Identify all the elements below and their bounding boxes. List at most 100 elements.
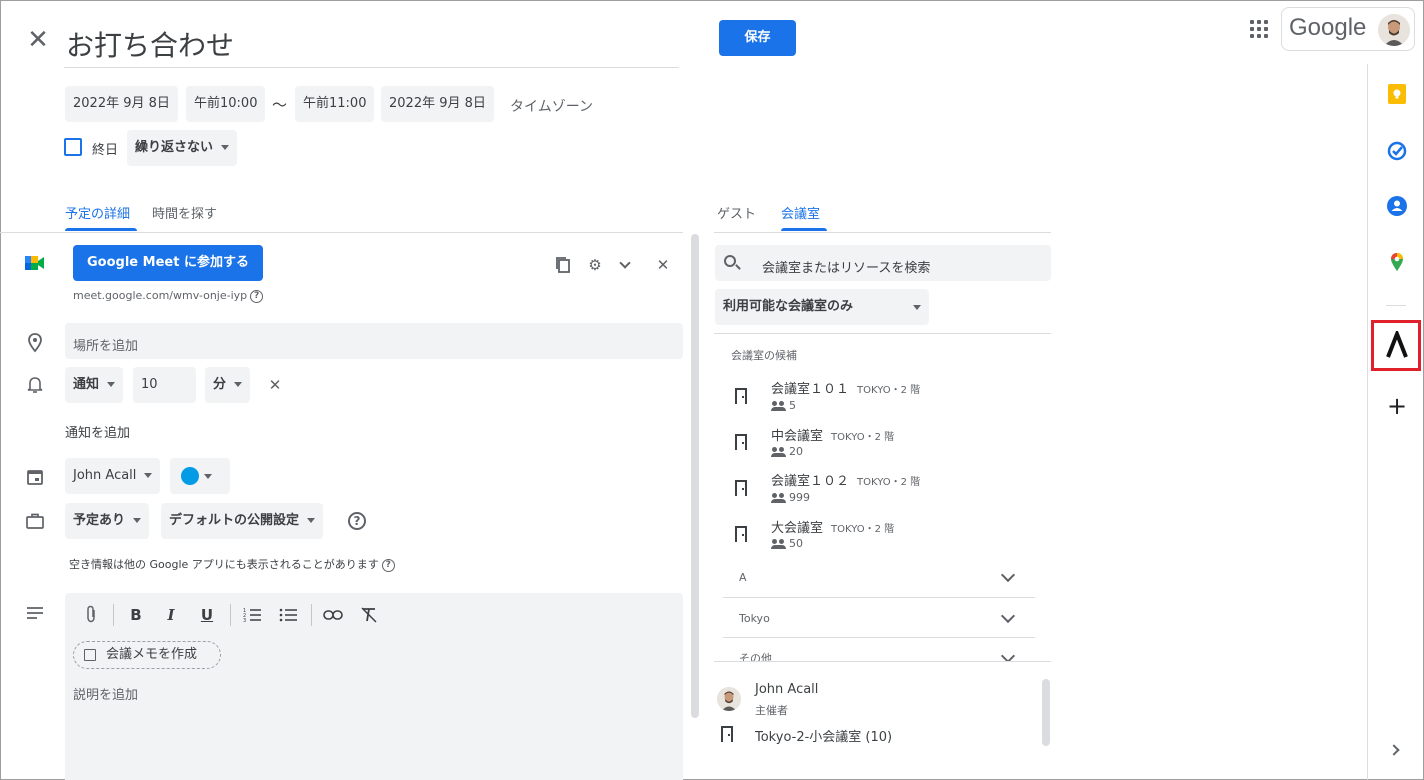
tasks-icon[interactable]: [1386, 140, 1408, 162]
left-scrollbar[interactable]: [691, 234, 699, 718]
bulleted-list-icon[interactable]: [279, 607, 299, 623]
privacy-help-icon[interactable]: ?: [345, 512, 366, 530]
bell-icon: [26, 375, 44, 395]
room-filter-dropdown[interactable]: 利用可能な会議室のみ: [715, 289, 929, 325]
rooms-divider: [714, 661, 1051, 662]
color-swatch: [181, 467, 199, 485]
calendar-owner-dropdown[interactable]: John Acall: [65, 458, 161, 494]
all-day-checkbox[interactable]: [64, 138, 82, 156]
copy-icon[interactable]: [553, 255, 573, 275]
bold-icon[interactable]: B: [126, 605, 146, 625]
attendee-avatar: [717, 687, 741, 711]
location-pin-icon: [27, 333, 43, 353]
room-group-a[interactable]: A: [723, 560, 1035, 598]
remove-notification-icon[interactable]: ✕: [265, 375, 285, 395]
meet-link-row[interactable]: meet.google.com/wmv-onje-iyp?: [73, 289, 264, 303]
clear-format-icon[interactable]: [360, 607, 378, 623]
end-time-chip[interactable]: 午前11:00: [295, 86, 375, 122]
all-day-label: 終日: [92, 143, 119, 158]
repeat-dropdown[interactable]: 繰り返さない: [127, 130, 238, 166]
right-scrollbar[interactable]: [1042, 679, 1050, 746]
room-suggestions-header: 会議室の候補: [731, 349, 797, 362]
chevron-down-icon: [1000, 648, 1016, 661]
document-icon: [84, 649, 96, 661]
close-icon[interactable]: ✕: [24, 26, 52, 54]
chevron-down-icon: [913, 305, 921, 310]
description-placeholder: 説明を追加: [73, 688, 139, 703]
chevron-down-icon: [234, 382, 243, 387]
chevron-down-icon[interactable]: [619, 257, 631, 269]
toolbar-divider: [113, 604, 114, 626]
maps-icon[interactable]: [1386, 251, 1408, 273]
keep-icon[interactable]: [1386, 83, 1408, 105]
chevron-down-icon: [133, 518, 142, 523]
location-input[interactable]: 場所を追加: [65, 323, 683, 359]
room-search-placeholder: 会議室またはリソースを検索: [762, 261, 931, 276]
numbered-list-icon[interactable]: 123: [243, 607, 263, 624]
chevron-down-icon: [204, 474, 212, 479]
timezone-link[interactable]: タイムゾーン: [510, 96, 593, 116]
attendee-role: 主催者: [755, 704, 788, 717]
account-avatar[interactable]: [1378, 14, 1410, 46]
attendee-name: John Acall: [755, 682, 819, 697]
gear-icon[interactable]: ⚙: [585, 255, 605, 275]
start-time-chip[interactable]: 午前10:00: [186, 86, 266, 122]
link-icon[interactable]: [323, 609, 343, 621]
room-item[interactable]: 大会議室 TOKYO・2 階 50: [720, 510, 1040, 554]
time-separator: 〜: [272, 96, 288, 114]
help-icon[interactable]: ?: [381, 558, 395, 572]
tab-guests[interactable]: ゲスト: [717, 203, 756, 233]
door-icon: [735, 434, 747, 450]
calendar-icon: [26, 468, 44, 486]
end-date-chip[interactable]: 2022年 9月 8日: [381, 86, 494, 122]
room-item[interactable]: 中会議室 TOKYO・2 階 20: [720, 418, 1040, 462]
room-item[interactable]: 会議室１０１ TOKYO・2 階 5: [720, 372, 1040, 416]
tabs-divider: [0, 232, 683, 233]
location-placeholder: 場所を追加: [73, 339, 139, 354]
tab-indicator: [781, 228, 827, 231]
chevron-down-icon: [1000, 608, 1016, 624]
door-icon: [721, 726, 733, 742]
create-meeting-notes-button[interactable]: 会議メモを作成: [73, 641, 221, 669]
door-icon: [735, 480, 747, 496]
toolbar-divider: [311, 604, 312, 626]
add-addon-icon[interactable]: +: [1386, 394, 1408, 418]
join-meet-button[interactable]: Google Meet に参加する: [73, 245, 263, 281]
apps-grid-icon[interactable]: [1249, 19, 1269, 39]
room-item[interactable]: 会議室１０２ TOKYO・2 階 999: [720, 464, 1040, 508]
event-title-input[interactable]: お打ち合わせ: [64, 14, 679, 68]
side-rail-divider: [1367, 64, 1368, 780]
attachment-icon[interactable]: [81, 605, 101, 625]
acall-addon-icon[interactable]: [1384, 328, 1410, 359]
event-color-dropdown[interactable]: [170, 458, 230, 494]
close-icon[interactable]: ✕: [653, 255, 673, 275]
people-icon: [771, 447, 787, 457]
start-date-chip[interactable]: 2022年 9月 8日: [65, 86, 178, 122]
busy-status-dropdown[interactable]: 予定あり: [65, 503, 150, 539]
room-group-other[interactable]: その他: [723, 640, 1035, 661]
help-icon[interactable]: ?: [250, 289, 264, 303]
people-icon: [771, 401, 787, 411]
chevron-down-icon: [307, 518, 316, 523]
booked-room-name[interactable]: Tokyo-2-小会議室 (10): [755, 726, 892, 745]
door-icon: [735, 388, 747, 404]
door-icon: [735, 526, 747, 542]
add-notification-link[interactable]: 通知を追加: [65, 422, 130, 441]
contacts-icon[interactable]: [1386, 195, 1408, 217]
chevron-right-icon[interactable]: [1388, 744, 1400, 756]
tab-indicator: [65, 228, 137, 231]
room-group-tokyo[interactable]: Tokyo: [723, 600, 1035, 638]
privacy-dropdown[interactable]: デフォルトの公開設定: [161, 503, 324, 539]
notification-amount-input[interactable]: 10: [133, 367, 196, 403]
save-button[interactable]: 保存: [719, 20, 796, 56]
underline-icon[interactable]: U: [197, 605, 217, 625]
italic-icon[interactable]: I: [161, 605, 181, 625]
notification-unit-dropdown[interactable]: 分: [205, 367, 251, 403]
people-icon: [771, 493, 787, 503]
tabs-divider: [714, 232, 1051, 233]
svg-text:3: 3: [243, 618, 246, 623]
chevron-down-icon: [221, 145, 230, 150]
tab-find-time[interactable]: 時間を探す: [152, 203, 217, 233]
room-search-input[interactable]: 会議室またはリソースを検索: [715, 245, 1051, 281]
notification-type-dropdown[interactable]: 通知: [65, 367, 124, 403]
